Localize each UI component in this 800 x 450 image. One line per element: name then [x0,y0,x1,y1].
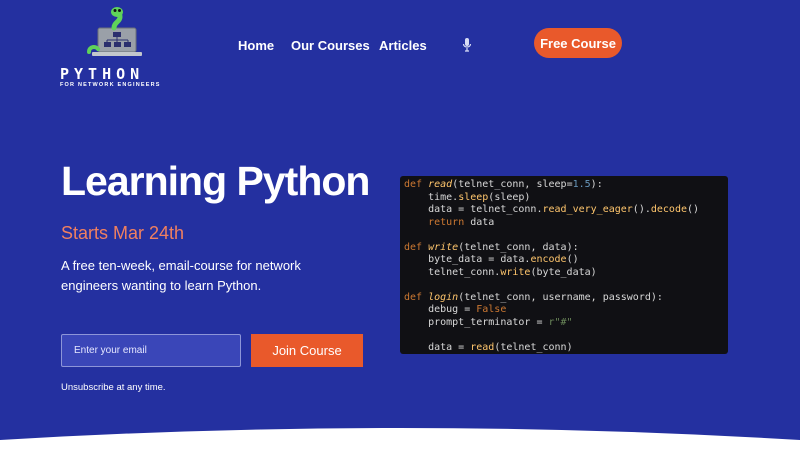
code-line: def write(telnet_conn, data): [404,241,579,253]
code-line: byte_data = data.encode() [404,254,579,265]
code-line: data = read(telnet_conn) [404,341,573,353]
snake-laptop-icon [87,7,142,56]
code-line: telnet_conn.write(byte_data) [404,266,597,278]
join-course-button[interactable]: Join Course [251,334,363,367]
hero-title: Learning Python [61,158,370,204]
code-line: data = telnet_conn.read_very_eager().dec… [404,204,700,215]
hero-description: A free ten-week, email-course for networ… [61,258,301,293]
email-input[interactable] [61,334,241,367]
nav-articles[interactable]: Articles [379,38,427,53]
code-line: debug = False [404,304,507,315]
site-logo[interactable]: PYTHON FOR NETWORK ENGINEERS [60,6,175,88]
free-course-button[interactable]: Free Course [534,28,622,58]
code-line: def read(telnet_conn, sleep=1.5): [404,179,603,190]
logo-title: PYTHON [60,65,145,83]
course-start-date: Starts Mar 24th [61,223,185,243]
nav-home[interactable]: Home [238,38,274,53]
microphone-icon[interactable] [462,37,472,58]
nav-our-courses[interactable]: Our Courses [291,38,370,53]
code-line: return data [428,216,495,228]
code-line: def login(telnet_conn, username, passwor… [404,291,663,303]
code-line: prompt_terminator = r"#" [404,316,573,328]
unsubscribe-note: Unsubscribe at any time. [61,382,166,393]
logo-subtitle: FOR NETWORK ENGINEERS [60,82,161,88]
bottom-wave-decoration [0,428,800,450]
code-line: time.sleep(sleep) [404,191,531,203]
code-snippet: def read(telnet_conn, sleep=1.5): time.s… [400,176,728,354]
